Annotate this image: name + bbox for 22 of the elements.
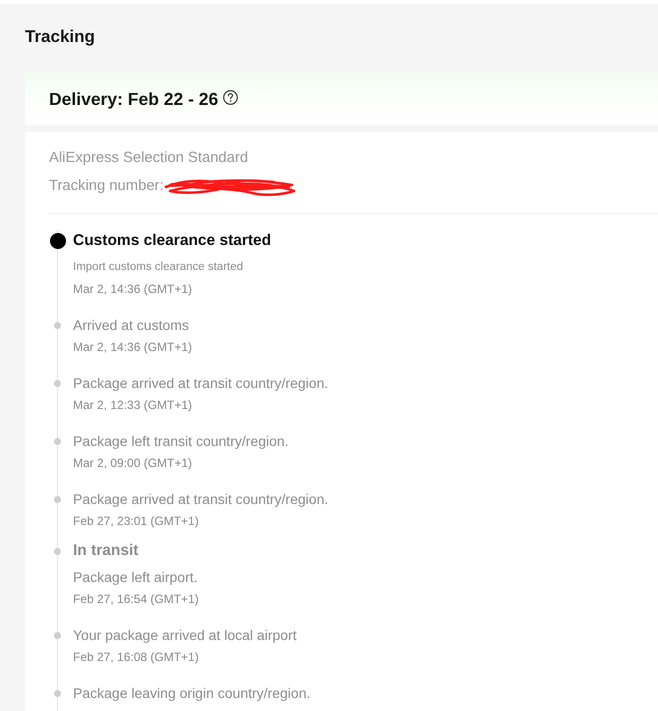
status-heading: In transit <box>73 541 140 561</box>
status-time: Mar 2, 12:33 (GMT+1) <box>73 397 194 413</box>
page-title: Tracking <box>25 26 96 48</box>
status-time: Mar 2, 14:36 (GMT+1) <box>73 281 194 297</box>
status-time: Mar 2, 09:00 (GMT+1) <box>73 455 194 471</box>
status-time: Feb 27, 23:01 (GMT+1) <box>73 513 200 529</box>
help-icon[interactable] <box>223 90 238 104</box>
status-detail: Your package arrived at local airport <box>73 626 298 645</box>
status-detail: Arrived at customs <box>73 316 190 335</box>
status-detail: Package arrived at transit country/region. <box>73 490 330 509</box>
delivery-estimate: Delivery: Feb 22 - 26 <box>49 88 218 110</box>
status-time: Feb 27, 16:54 (GMT+1) <box>73 591 200 607</box>
tracking-number-label: Tracking number: <box>49 177 164 196</box>
status-detail: Import customs clearance started <box>73 260 244 275</box>
status-time: Feb 27, 16:08 (GMT+1) <box>73 649 200 665</box>
status-detail: Package left airport. <box>73 568 199 587</box>
status-detail: Package left transit country/region. <box>73 432 290 451</box>
status-heading: Customs clearance started <box>73 231 272 251</box>
status-detail: Package arrived at transit country/region. <box>73 374 330 393</box>
shipping-method: AliExpress Selection Standard <box>49 149 250 168</box>
status-time: Mar 2, 14:36 (GMT+1) <box>73 339 194 355</box>
status-detail: Package leaving origin country/region. <box>73 684 312 703</box>
